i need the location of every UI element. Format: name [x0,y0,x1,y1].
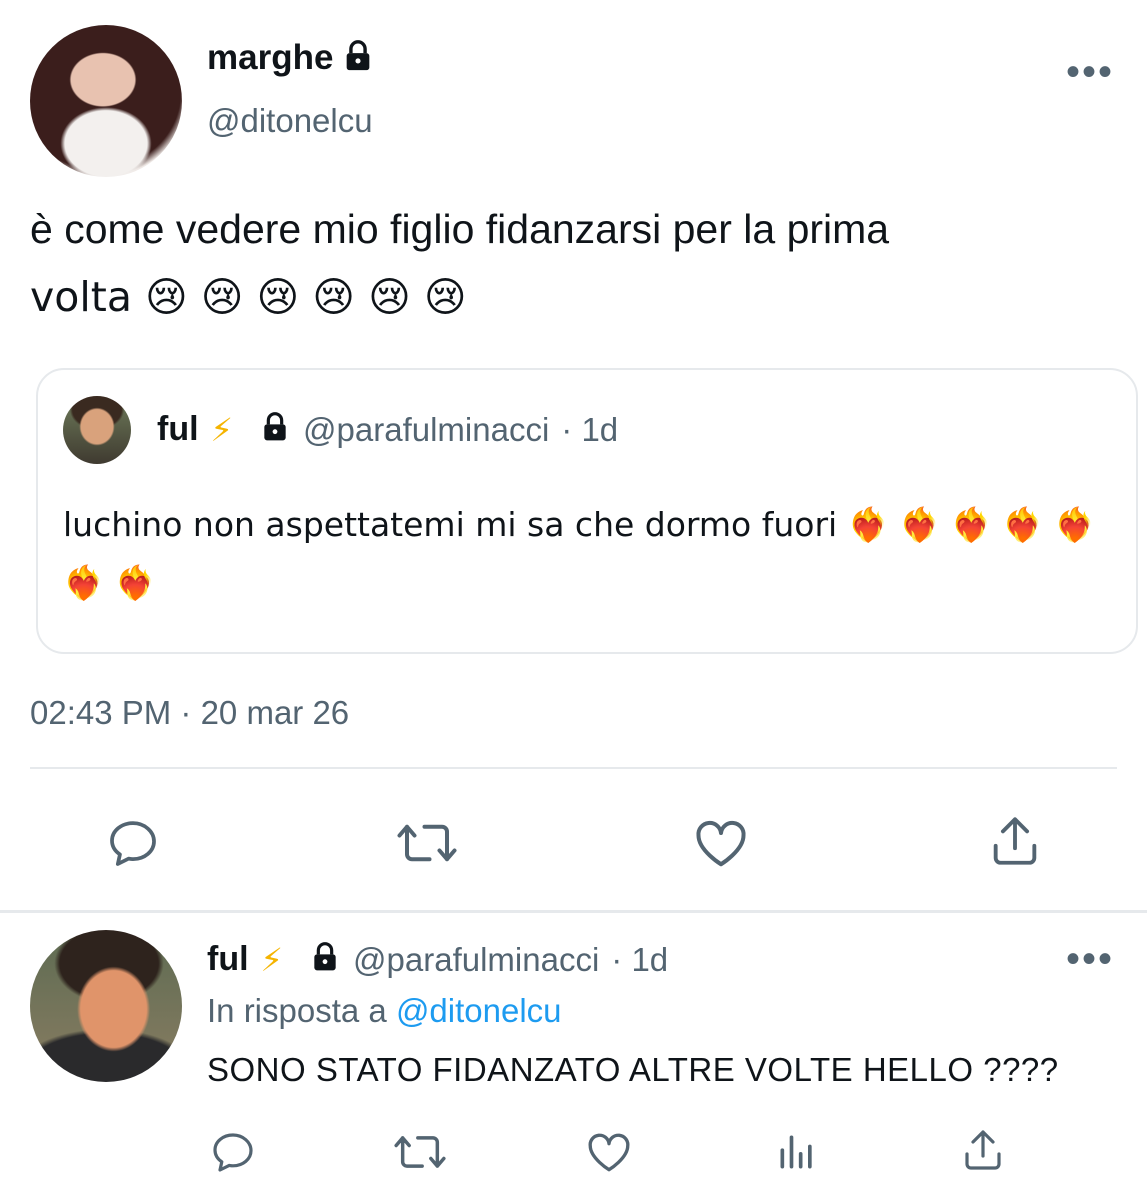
section-divider [0,910,1147,913]
share-icon [993,817,1037,865]
lock-icon [341,39,375,78]
quoted-text-line1: luchino non aspettatemi mi sa che dormo … [63,505,1096,544]
share-button[interactable] [982,808,1048,874]
reply-author-avatar[interactable] [30,930,182,1082]
quoted-age: · 1d [561,410,619,448]
reply-like-button[interactable] [582,1125,636,1179]
reply-age: · 1d [611,940,669,978]
more-options-icon[interactable]: ••• [1066,52,1114,92]
reply-button[interactable] [100,810,166,876]
retweet-icon [394,1136,446,1168]
reply-author-name[interactable]: ful [207,940,249,979]
like-button[interactable] [688,810,754,876]
quoted-header: ful ⚡ @parafulminacci · 1d [157,410,618,449]
in-reply-to: In risposta a @ditonelcu [207,992,562,1030]
quoted-text-line2: ❤️‍🔥 ❤️‍🔥 [63,563,156,602]
reply-author-handle[interactable]: @parafulminacci [353,941,599,979]
tweet-text-line2: volta 😢 😢 😢 😢 😢 😢 [30,273,467,321]
author-name-row: marghe [207,38,375,78]
author-avatar[interactable] [30,25,182,177]
reply-share-button[interactable] [956,1123,1010,1177]
in-reply-mention[interactable]: @ditonelcu [396,992,562,1029]
lock-icon [259,411,291,448]
more-options-icon[interactable]: ••• [1066,939,1114,979]
comment-icon [213,1133,253,1172]
lock-icon [309,941,341,978]
in-reply-prefix: In risposta a [207,992,387,1029]
reply-text: SONO STATO FIDANZATO ALTRE VOLTE HELLO ?… [207,1051,1059,1088]
quoted-author-handle: @parafulminacci [303,410,550,448]
tweet-timestamp[interactable]: 02:43 PM · 20 mar 26 [30,694,349,732]
lightning-icon: ⚡ [210,410,234,449]
comment-icon [110,821,156,866]
reply-retweet-button[interactable] [390,1125,450,1179]
retweet-button[interactable] [392,810,462,876]
quoted-author-avatar [63,396,131,464]
heart-icon [588,1133,630,1172]
reply-reply-button[interactable] [206,1125,260,1179]
lightning-icon: ⚡ [260,940,284,979]
analytics-icon [780,1135,812,1169]
author-name[interactable]: marghe [207,38,333,78]
tweet-text-line1: è come vedere mio figlio fidanzarsi per … [30,206,890,252]
divider [30,767,1117,769]
heart-icon [696,820,746,867]
reply-views-button[interactable] [770,1125,824,1179]
retweet-icon [397,824,457,862]
share-icon [965,1130,1001,1170]
author-handle[interactable]: @ditonelcu [207,102,373,140]
quoted-author-name: ful [157,410,199,448]
reply-header: ful ⚡ @parafulminacci · 1d [207,940,668,979]
